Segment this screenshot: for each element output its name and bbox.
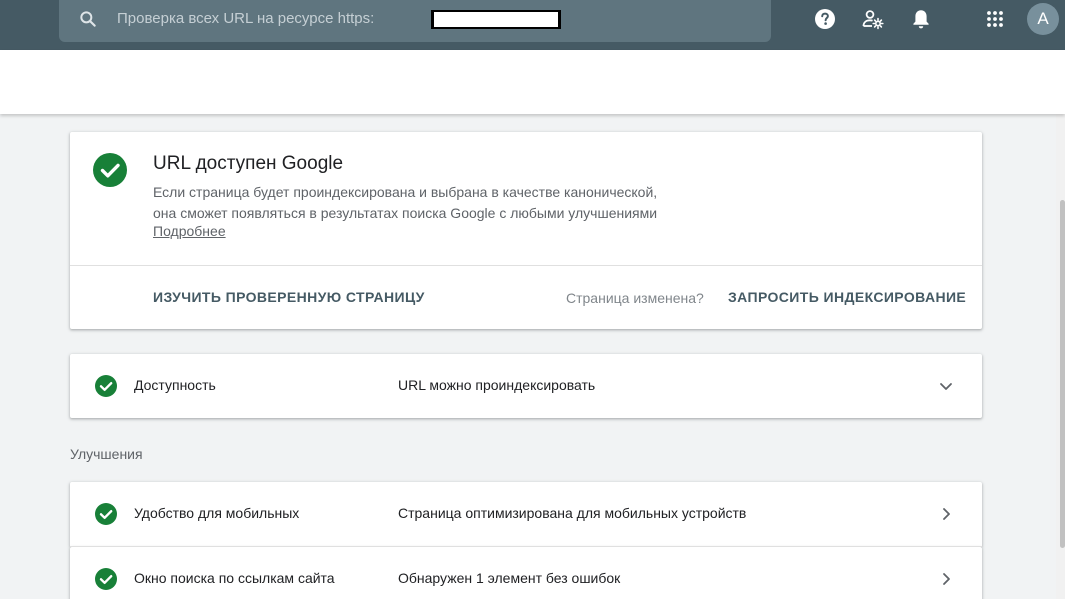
bell-icon[interactable] [909,7,933,31]
status-description-line-2: она сможет появляться в результатах поис… [153,205,658,221]
enhancement-name: Окно поиска по ссылкам сайта [134,570,335,586]
redacted-url [431,10,561,29]
page-subheader [0,50,1065,114]
row-divider [70,546,982,547]
list-item[interactable]: Удобство для мобильных Страница оптимизи… [70,482,982,546]
check-circle-icon [95,568,117,590]
availability-status: URL можно проиндексировать [398,377,596,393]
list-item[interactable]: Окно поиска по ссылкам сайта Обнаружен 1… [70,547,982,599]
check-circle-icon [93,153,127,187]
availability-row[interactable]: Доступность URL можно проиндексировать [70,354,982,418]
account-avatar[interactable]: A [1027,3,1059,35]
check-circle-icon [95,375,117,397]
learn-more-link[interactable]: Подробнее [153,223,226,239]
search-input[interactable]: Проверка всех URL на ресурсе https: [117,10,374,27]
scrollbar-thumb[interactable] [1060,200,1065,548]
enhancement-status: Обнаружен 1 элемент без ошибок [398,570,621,586]
top-app-bar: Проверка всех URL на ресурсе https: A [0,0,1065,50]
apps-grid-icon[interactable] [983,7,1007,31]
check-circle-icon [95,503,117,525]
status-title: URL доступен Google [153,153,344,174]
card-divider [70,265,982,266]
url-inspection-search[interactable]: Проверка всех URL на ресурсе https: [59,0,771,42]
chevron-right-icon[interactable] [934,502,958,526]
help-icon[interactable] [813,7,837,31]
manage-accounts-icon[interactable] [861,7,885,31]
enhancement-status: Страница оптимизирована для мобильных ус… [398,505,747,521]
status-description-line-1: Если страница будет проиндексирована и в… [153,184,658,200]
availability-label: Доступность [134,377,216,393]
chevron-right-icon[interactable] [934,567,958,591]
chevron-down-icon[interactable] [934,374,958,398]
url-status-card: URL доступен Google Если страница будет … [70,132,982,329]
enhancements-section-label: Улучшения [70,446,143,462]
inspect-crawled-page-button[interactable]: ИЗУЧИТЬ ПРОВЕРЕННУЮ СТРАНИЦУ [153,289,425,305]
status-description: Если страница будет проиндексирована и в… [153,182,753,224]
search-icon[interactable] [78,9,98,29]
page-changed-question: Страница изменена? [566,290,704,306]
enhancement-name: Удобство для мобильных [134,505,300,521]
request-indexing-button[interactable]: ЗАПРОСИТЬ ИНДЕКСИРОВАНИЕ [728,289,966,305]
